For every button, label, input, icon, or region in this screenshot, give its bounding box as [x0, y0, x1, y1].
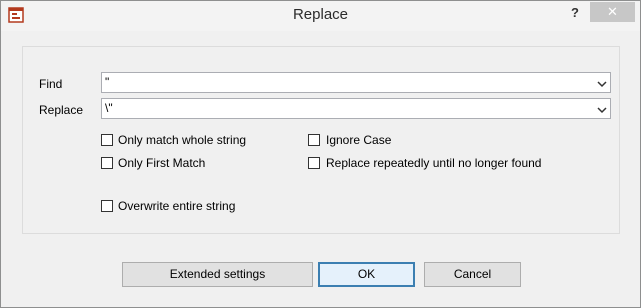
- help-button[interactable]: ?: [567, 4, 583, 22]
- ignore-case-checkbox[interactable]: [308, 134, 320, 146]
- ignore-case-label[interactable]: Ignore Case: [326, 133, 391, 147]
- repeat-replace-checkbox[interactable]: [308, 157, 320, 169]
- replace-dialog: Replace ? ✕ Find " Replace \" Only match…: [0, 0, 641, 308]
- title-bar[interactable]: Replace ? ✕: [1, 1, 640, 31]
- chevron-down-icon[interactable]: [597, 104, 607, 114]
- replace-combobox[interactable]: \": [101, 98, 611, 119]
- first-match-label[interactable]: Only First Match: [118, 156, 205, 170]
- overwrite-label[interactable]: Overwrite entire string: [118, 199, 235, 213]
- ok-button[interactable]: OK: [318, 262, 415, 287]
- chevron-down-icon[interactable]: [597, 78, 607, 88]
- extended-settings-button[interactable]: Extended settings: [122, 262, 313, 287]
- find-label: Find: [39, 77, 63, 91]
- overwrite-checkbox[interactable]: [101, 200, 113, 212]
- replace-value: \": [105, 101, 113, 115]
- whole-string-label[interactable]: Only match whole string: [118, 133, 246, 147]
- cancel-button[interactable]: Cancel: [424, 262, 521, 287]
- replace-label: Replace: [39, 103, 84, 117]
- close-button[interactable]: ✕: [590, 2, 635, 22]
- find-combobox[interactable]: ": [101, 72, 611, 93]
- repeat-replace-label[interactable]: Replace repeatedly until no longer found: [326, 156, 541, 170]
- window-title: Replace: [292, 6, 349, 23]
- first-match-checkbox[interactable]: [101, 157, 113, 169]
- whole-string-checkbox[interactable]: [101, 134, 113, 146]
- find-value: ": [105, 75, 110, 89]
